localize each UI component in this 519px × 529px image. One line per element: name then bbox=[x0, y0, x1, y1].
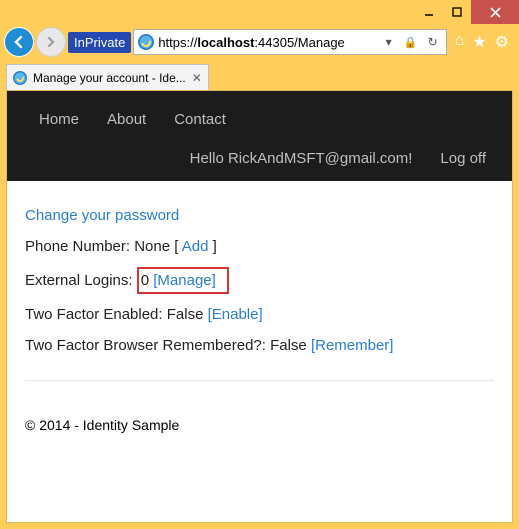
chevron-down-icon[interactable]: ▾ bbox=[380, 35, 398, 49]
home-icon[interactable]: ⌂ bbox=[455, 32, 465, 52]
nav-logoff[interactable]: Log off bbox=[440, 150, 486, 167]
external-logins-row: External Logins: 0 [Manage] bbox=[25, 267, 494, 294]
address-bar[interactable]: https://localhost:44305/Manage ▾ 🔒 ↻ bbox=[133, 29, 446, 55]
window-titlebar bbox=[0, 0, 519, 24]
settings-icon[interactable]: ⚙ bbox=[495, 32, 509, 52]
ie-icon bbox=[138, 34, 154, 50]
close-button[interactable] bbox=[471, 0, 519, 24]
enable-two-factor-link[interactable]: [Enable] bbox=[208, 306, 263, 323]
external-logins-highlight: 0 [Manage] bbox=[137, 267, 229, 294]
tab-strip: Manage your account - Ide... ✕ bbox=[0, 60, 519, 90]
two-factor-browser-row: Two Factor Browser Remembered?: False [R… bbox=[25, 335, 494, 356]
favorites-icon[interactable]: ★ bbox=[472, 32, 486, 52]
divider bbox=[25, 380, 494, 381]
minimize-button[interactable] bbox=[415, 0, 443, 24]
inprivate-badge: InPrivate bbox=[68, 32, 131, 53]
change-password-link[interactable]: Change your password bbox=[25, 207, 179, 224]
tab-title: Manage your account - Ide... bbox=[33, 71, 186, 85]
page-footer: © 2014 - Identity Sample bbox=[7, 409, 512, 451]
nav-home[interactable]: Home bbox=[39, 111, 79, 128]
page-viewport: Home About Contact Hello RickAndMSFT@gma… bbox=[6, 90, 513, 523]
back-button[interactable] bbox=[4, 27, 34, 57]
nav-contact[interactable]: Contact bbox=[174, 111, 226, 128]
nav-about[interactable]: About bbox=[107, 111, 146, 128]
nav-greeting[interactable]: Hello RickAndMSFT@gmail.com! bbox=[190, 150, 413, 167]
lock-icon[interactable]: 🔒 bbox=[402, 36, 420, 49]
url-text: https://localhost:44305/Manage bbox=[158, 35, 375, 50]
site-navbar: Home About Contact Hello RickAndMSFT@gma… bbox=[7, 91, 512, 181]
ie-icon bbox=[13, 71, 27, 85]
phone-number-row: Phone Number: None [ Add ] bbox=[25, 236, 494, 257]
two-factor-enabled-row: Two Factor Enabled: False [Enable] bbox=[25, 304, 494, 325]
browser-toolbar: InPrivate https://localhost:44305/Manage… bbox=[0, 24, 519, 60]
manage-external-logins-link[interactable]: [Manage] bbox=[153, 272, 216, 289]
add-phone-link[interactable]: Add bbox=[182, 238, 209, 255]
tab-close-icon[interactable]: ✕ bbox=[192, 71, 202, 85]
page-body: Change your password Phone Number: None … bbox=[7, 181, 512, 380]
refresh-icon[interactable]: ↻ bbox=[424, 35, 442, 49]
remember-browser-link[interactable]: [Remember] bbox=[311, 337, 394, 354]
browser-tab[interactable]: Manage your account - Ide... ✕ bbox=[6, 64, 209, 90]
forward-button[interactable] bbox=[36, 27, 66, 57]
maximize-button[interactable] bbox=[443, 0, 471, 24]
